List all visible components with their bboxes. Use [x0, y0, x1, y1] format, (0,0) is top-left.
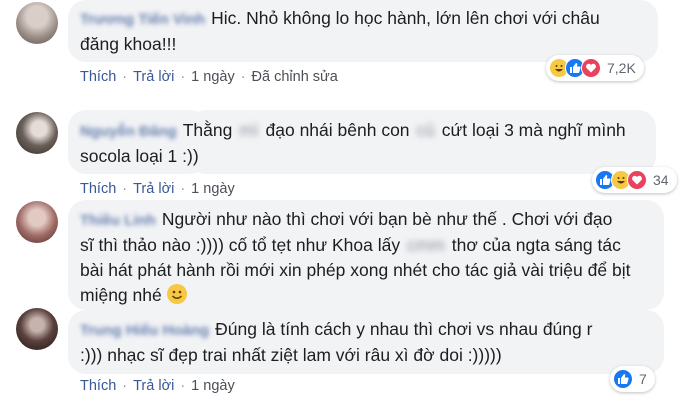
reaction-count: 7: [639, 371, 647, 387]
comment-text: Thiều Linh Người như nào thì chơi với bạn…: [80, 208, 631, 305]
comment-actions: Thích · Trả lời · 1 ngày: [80, 181, 235, 197]
comment-author[interactable]: Trung Hiếu Hoàng: [80, 318, 209, 343]
comment-actions: Thích · Trả lời · 1 ngày: [80, 378, 235, 394]
reply-link[interactable]: Trả lời: [133, 378, 174, 394]
reaction-summary[interactable]: 7,2K: [546, 55, 644, 81]
reaction-summary[interactable]: 34: [592, 167, 677, 193]
comment-actions: Thích · Trả lời · 1 ngày · Đã chỉnh sửa: [80, 69, 338, 85]
timestamp[interactable]: 1 ngày: [191, 181, 235, 197]
love-icon: [627, 170, 647, 190]
comment-author[interactable]: Thiều Linh: [80, 208, 156, 233]
censored-word: cmm: [406, 235, 445, 255]
timestamp[interactable]: 1 ngày: [191, 378, 235, 394]
reply-link[interactable]: Trả lời: [133, 69, 174, 85]
avatar[interactable]: [16, 112, 58, 154]
reaction-summary[interactable]: 7: [610, 366, 655, 392]
censored-word: mì: [239, 120, 259, 140]
like-icon: [613, 369, 633, 389]
love-icon: [581, 58, 601, 78]
comment-text: Nguyễn Đăng Thằng mì đạo nhái bênh con củ…: [80, 119, 626, 166]
comment-author[interactable]: Nguyễn Đăng: [80, 119, 177, 144]
avatar[interactable]: [16, 201, 58, 243]
avatar[interactable]: [16, 2, 58, 44]
reaction-count: 34: [653, 172, 669, 188]
reply-link[interactable]: Trả lời: [133, 181, 174, 197]
like-link[interactable]: Thích: [80, 378, 116, 394]
avatar[interactable]: [16, 308, 58, 350]
edited-label[interactable]: Đã chỉnh sửa: [252, 69, 338, 85]
smile-emoji-icon: [166, 284, 187, 304]
comment-text: Trung Hiếu Hoàng Đúng là tính cách y nhau…: [80, 318, 593, 365]
censored-word: củ: [416, 120, 435, 140]
reaction-count: 7,2K: [607, 60, 636, 76]
timestamp[interactable]: 1 ngày: [191, 69, 235, 85]
like-link[interactable]: Thích: [80, 69, 116, 85]
comment-author[interactable]: Trương Tiến Vinh: [80, 7, 205, 32]
like-link[interactable]: Thích: [80, 181, 116, 197]
comment-text: Trương Tiến Vinh Hic. Nhỏ không lo học hà…: [80, 7, 600, 54]
